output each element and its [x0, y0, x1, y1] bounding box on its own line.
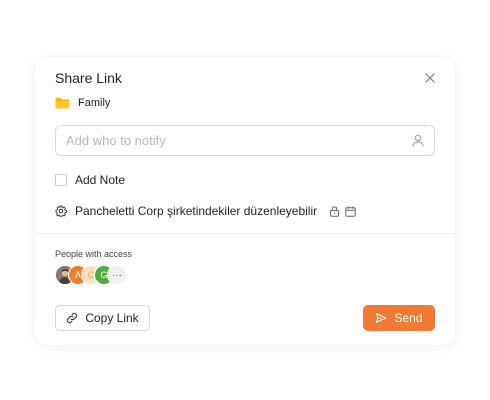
people-with-access-label: People with access — [55, 249, 133, 259]
send-icon — [375, 312, 387, 324]
permission-row[interactable]: Pancheletti Corp şirketindekiler düzenle… — [55, 204, 356, 218]
user-icon — [412, 134, 424, 147]
folder-name: Family — [78, 97, 111, 109]
notify-search-field[interactable] — [55, 125, 435, 156]
folder-row: Family — [55, 97, 110, 109]
close-icon — [425, 73, 435, 83]
notify-input[interactable] — [66, 133, 412, 148]
dialog-title: Share Link — [55, 70, 122, 86]
send-button[interactable]: Send — [363, 305, 435, 331]
calendar-icon[interactable] — [345, 206, 356, 217]
copy-link-button[interactable]: Copy Link — [55, 305, 150, 331]
share-link-dialog: Share Link Family Add Note — [35, 57, 455, 345]
send-label: Send — [394, 311, 423, 325]
add-note-row[interactable]: Add Note — [55, 173, 125, 187]
add-note-label: Add Note — [75, 173, 126, 187]
folder-icon — [55, 97, 70, 109]
gear-icon — [55, 205, 67, 217]
avatar-group[interactable]: A C G ··· — [55, 265, 127, 285]
lock-icon[interactable] — [329, 205, 340, 217]
close-button[interactable] — [423, 71, 437, 85]
permission-text: Pancheletti Corp şirketindekiler düzenle… — [75, 204, 318, 218]
link-icon — [66, 312, 78, 324]
more-avatars-button[interactable]: ··· — [107, 265, 127, 285]
add-note-checkbox[interactable] — [55, 174, 67, 186]
copy-link-label: Copy Link — [85, 311, 139, 325]
divider — [35, 233, 455, 234]
